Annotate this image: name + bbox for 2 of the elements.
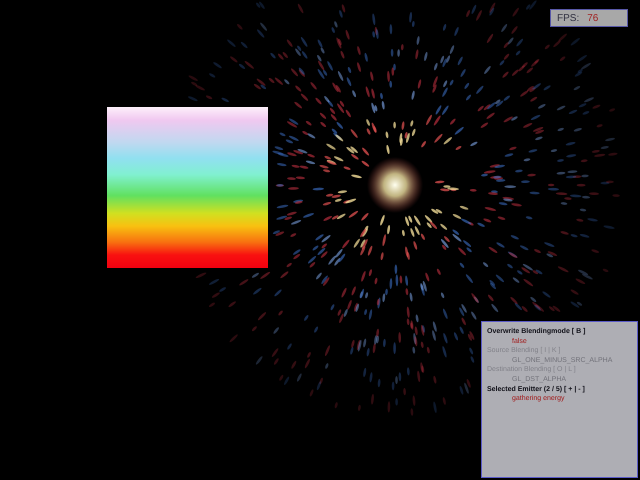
fps-label: FPS: [557, 12, 580, 24]
fps-value: 76 [587, 12, 598, 24]
